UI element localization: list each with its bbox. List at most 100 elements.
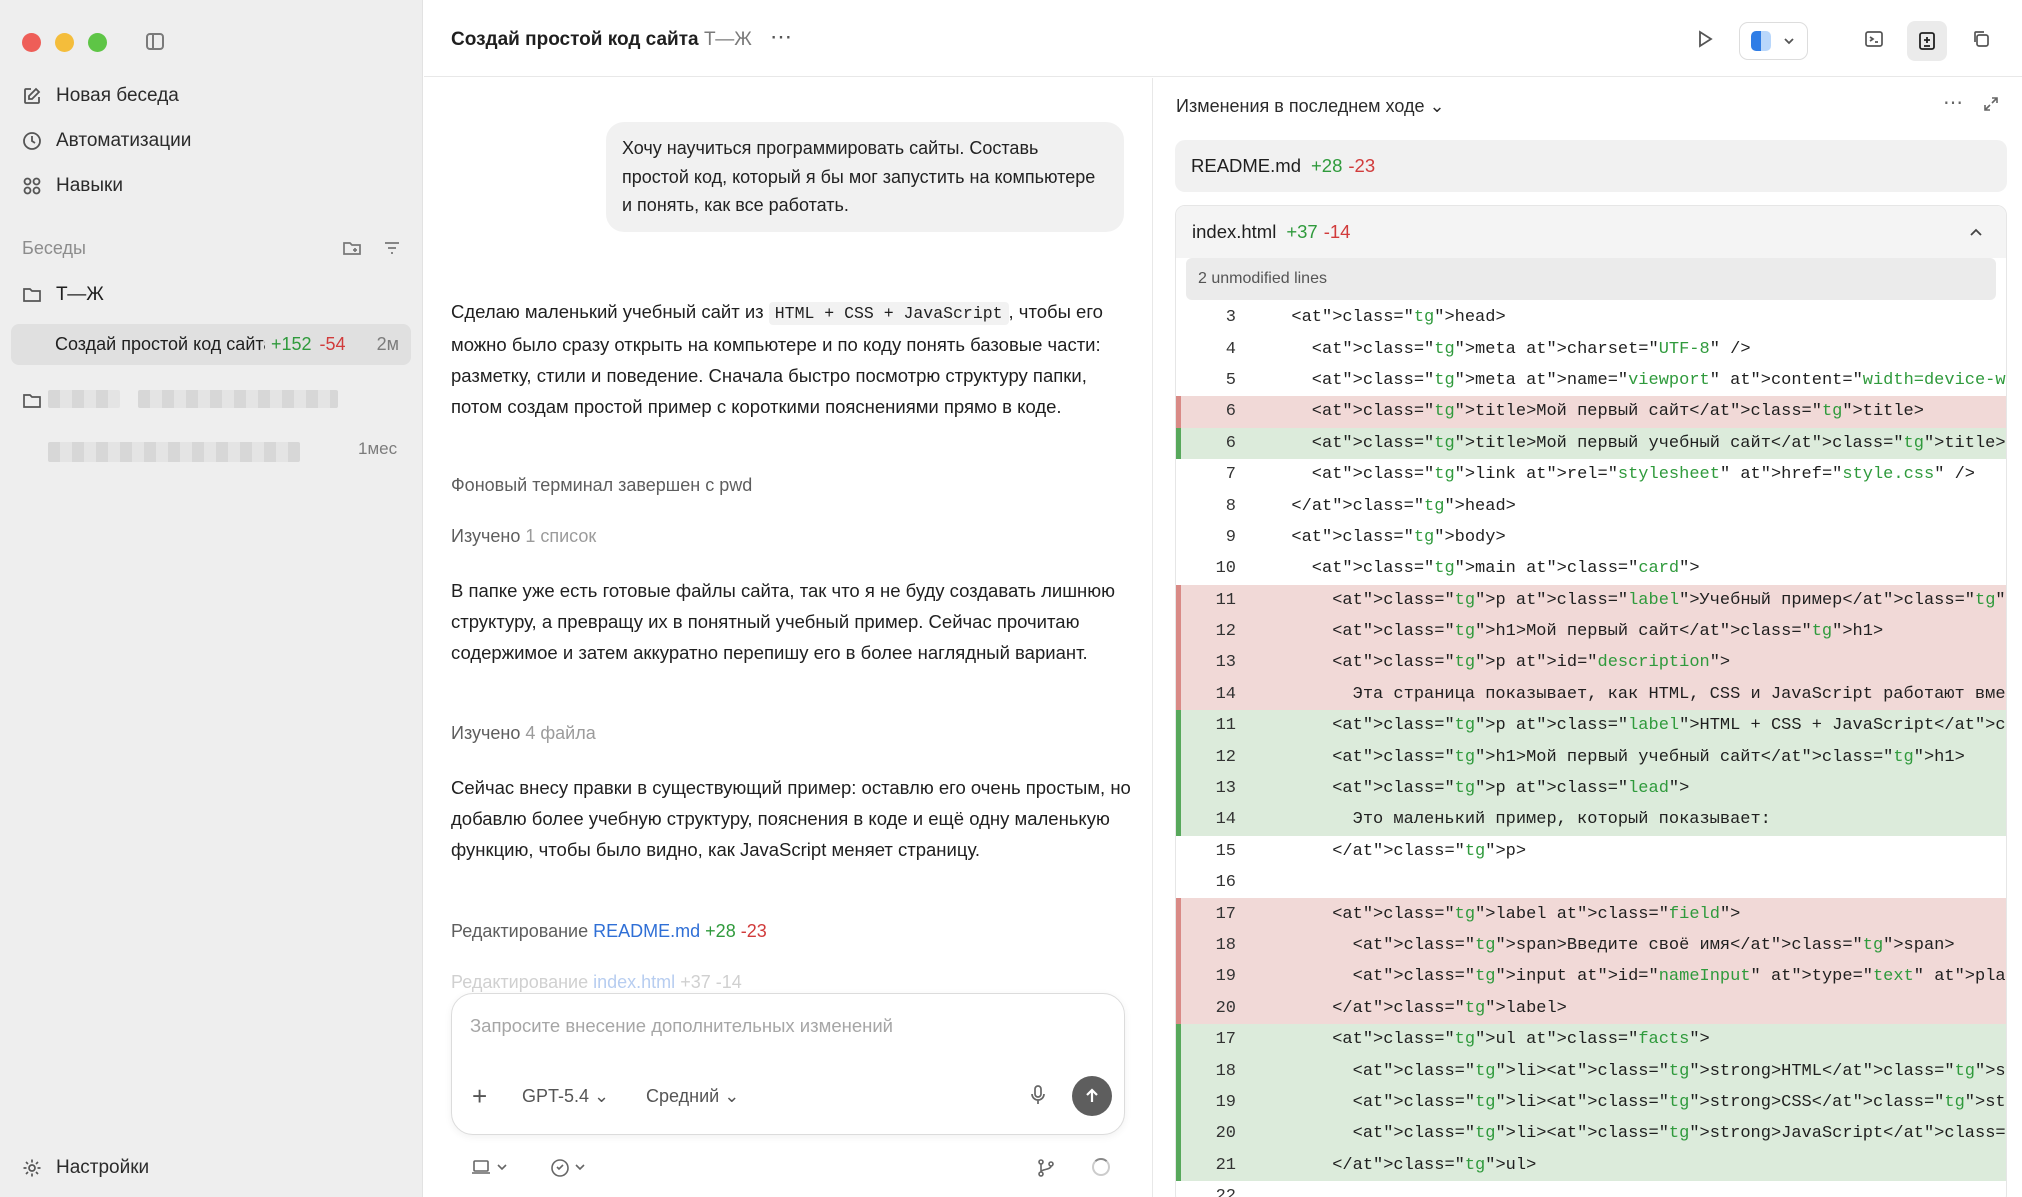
maximize-window-button[interactable] xyxy=(88,33,107,52)
finder-icon xyxy=(1751,31,1772,51)
studied-value: 1 список xyxy=(525,526,597,546)
file-row-index[interactable]: index.html +37 -14 xyxy=(1176,206,2006,258)
run-button[interactable] xyxy=(1689,24,1719,54)
studied-files[interactable]: Изучено 4 файла xyxy=(451,723,596,744)
send-button[interactable] xyxy=(1072,1076,1112,1116)
sidebar-toggle-icon[interactable] xyxy=(146,33,164,50)
clock-icon xyxy=(22,131,42,151)
effort-selector[interactable]: Средний ⌄ xyxy=(646,1086,739,1107)
assistant-message: Сейчас внесу правки в существующий приме… xyxy=(451,777,1131,860)
line-number: 4 xyxy=(1225,339,1236,359)
line-number: 3 xyxy=(1225,308,1236,328)
unmodified-lines-toggle[interactable]: 2 unmodified lines xyxy=(1186,258,1996,300)
model-label: GPT-5.4 xyxy=(522,1086,590,1106)
diff-line-add: 21 </at">class="tg">ul> xyxy=(1176,1149,2006,1182)
edit-removed: -23 xyxy=(740,921,767,941)
conversation-item-active[interactable]: Создай простой код сайта +152 -54 2м xyxy=(11,324,411,365)
effort-label: Средний xyxy=(646,1086,720,1106)
diff-line-del: 19 <at">class="tg">input at">id="nameInp… xyxy=(1176,961,2006,993)
line-code: Эта страница показывает, как HTML, CSS и… xyxy=(1271,684,2006,704)
diff-line-del: 6 <at">class="tg">title>Мой первый сайт<… xyxy=(1176,396,2006,428)
minimize-window-button[interactable] xyxy=(55,33,74,52)
expand-icon[interactable] xyxy=(1983,96,1999,117)
diff-line-add: 20 <at">class="tg">li><at">class="tg">st… xyxy=(1176,1118,2006,1150)
diff-line-add: 18 <at">class="tg">li><at">class="tg">st… xyxy=(1176,1055,2006,1088)
diff-line-del: 20 </at">class="tg">label> xyxy=(1176,992,2006,1025)
edit-file-link[interactable]: README.md xyxy=(593,921,700,941)
terminal-note[interactable]: Фоновый терминал завершен с pwd xyxy=(451,475,752,496)
more-options-icon[interactable]: ⋯ xyxy=(770,24,793,50)
play-icon xyxy=(1699,30,1713,48)
folder-icon xyxy=(22,391,42,411)
diff-line-add: 14 Это маленький пример, который показыв… xyxy=(1176,804,2006,837)
redacted-folder-path xyxy=(138,390,338,408)
diff-line-add: 6 <at">class="tg">title>Мой первый учебн… xyxy=(1176,427,2006,460)
line-code: </at">class="tg">p> xyxy=(1271,841,1527,861)
folder-item[interactable]: Т—Ж xyxy=(22,284,104,306)
chat-panel: Хочу научиться программировать сайты. Со… xyxy=(424,78,1152,1197)
terminal-button[interactable] xyxy=(1859,24,1889,54)
window-controls xyxy=(22,33,107,52)
diff-panel-button[interactable] xyxy=(1907,21,1947,61)
diff-line-add: 13 <at">class="tg">p at">class="lead"> xyxy=(1176,772,2006,805)
line-code: </at">class="tg">head> xyxy=(1271,496,1516,516)
line-number: 21 xyxy=(1215,1155,1236,1175)
filter-icon[interactable] xyxy=(382,238,402,258)
line-number: 20 xyxy=(1215,998,1236,1018)
line-number: 6 xyxy=(1225,433,1236,453)
diff-line-ctx: 3 <at">class="tg">head> xyxy=(1176,302,2006,333)
chevron-down-icon: ⌄ xyxy=(594,1086,610,1106)
automations-button[interactable]: Автоматизации xyxy=(22,130,191,152)
line-number: 11 xyxy=(1215,590,1236,610)
diff-line-del: 17 <at">class="tg">label at">class="fiel… xyxy=(1176,898,2006,931)
microphone-icon[interactable] xyxy=(1028,1084,1048,1111)
assistant-message: В папке уже есть готовые файлы сайта, та… xyxy=(451,580,1116,663)
more-options-icon[interactable]: ⋯ xyxy=(1943,90,1963,115)
diff-panel: Изменения в последнем ходе ⌄ ⋯ README.md… xyxy=(1152,78,2022,1197)
line-number: 18 xyxy=(1215,936,1236,955)
new-chat-button[interactable]: Новая беседа xyxy=(22,85,179,107)
laptop-icon[interactable] xyxy=(472,1158,512,1183)
line-code: Это маленький пример, который показывает… xyxy=(1271,810,1771,830)
redacted-folder-name xyxy=(48,390,120,408)
studied-list[interactable]: Изучено 1 список xyxy=(451,526,596,547)
line-code: <at">class="tg">link at">rel="stylesheet… xyxy=(1271,465,1976,485)
line-code: <at">class="tg">p at">class="label">Учеб… xyxy=(1271,590,2006,610)
section-actions xyxy=(342,238,402,258)
add-attachment-icon[interactable]: + xyxy=(472,1083,487,1109)
gear-icon xyxy=(22,1158,42,1178)
open-in-app-button[interactable] xyxy=(1739,22,1808,60)
edit-file-link[interactable]: index.html xyxy=(593,972,675,992)
diff-scope-label: Изменения в последнем ходе xyxy=(1176,96,1425,116)
model-selector[interactable]: GPT-5.4 ⌄ xyxy=(522,1086,609,1107)
line-number: 22 xyxy=(1215,1187,1236,1197)
agent-mode-icon[interactable] xyxy=(550,1158,590,1183)
copy-button[interactable] xyxy=(1966,24,1996,54)
branch-icon[interactable] xyxy=(1036,1158,1056,1183)
skills-button[interactable]: Навыки xyxy=(22,175,123,197)
edit-entry[interactable]: Редактирование README.md +28 -23 xyxy=(451,921,767,942)
line-number: 20 xyxy=(1215,1124,1236,1144)
line-code: <at">class="tg">input at">id="nameInput"… xyxy=(1271,967,2006,987)
line-code: <at">class="tg">h1>Мой первый сайт</at">… xyxy=(1271,622,1884,642)
line-number: 8 xyxy=(1225,496,1236,516)
top-bar: Создай простой код сайта Т—Ж ⋯ xyxy=(424,0,2022,77)
file-name: index.html xyxy=(1192,221,1277,242)
line-number: 18 xyxy=(1215,1061,1236,1081)
file-name: README.md xyxy=(1191,155,1301,176)
diff-line-add: 12 <at">class="tg">h1>Мой первый учебный… xyxy=(1176,741,2006,774)
settings-button[interactable]: Настройки xyxy=(22,1157,149,1179)
chevron-up-icon[interactable] xyxy=(1968,224,1984,246)
file-removed: -14 xyxy=(1323,221,1351,242)
edit-entry-faded[interactable]: Редактирование index.html +37 -14 xyxy=(451,972,742,992)
edit-label: Редактирование xyxy=(451,972,589,992)
file-row-readme[interactable]: README.md +28 -23 xyxy=(1175,140,2007,192)
close-window-button[interactable] xyxy=(22,33,41,52)
redacted-conversation-title[interactable] xyxy=(48,442,300,462)
chevron-down-icon: ⌄ xyxy=(1429,96,1445,116)
new-folder-icon[interactable] xyxy=(342,238,362,258)
line-code: <at">class="tg">p at">id="description"> xyxy=(1271,653,1731,673)
diff-line-add: 17 <at">class="tg">ul at">class="facts"> xyxy=(1176,1023,2006,1056)
diff-scope-selector[interactable]: Изменения в последнем ходе ⌄ xyxy=(1176,96,1445,117)
composer-input[interactable]: Запросите внесение дополнительных измене… xyxy=(470,1015,893,1037)
